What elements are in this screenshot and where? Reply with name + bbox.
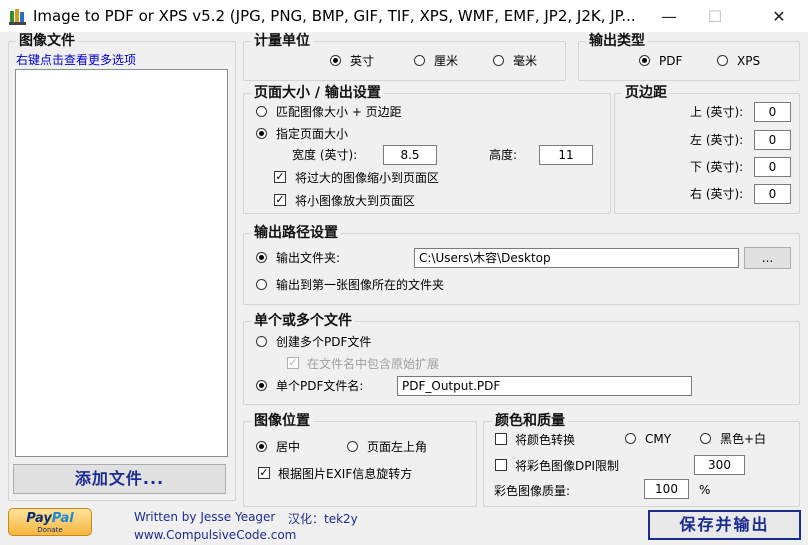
paypal-donate-button[interactable]: PayPal Donate xyxy=(8,508,92,536)
match-image-size-label: 匹配图像大小 + 页边距 xyxy=(276,105,402,119)
minimize-icon: — xyxy=(661,6,677,26)
margin-bottom-input[interactable]: 0 xyxy=(754,157,791,177)
maximize-icon: ☐ xyxy=(707,6,723,26)
dpi-limit-label: 将彩色图像DPI限制 xyxy=(515,459,620,473)
paypal-logo-pay: Pay xyxy=(26,511,52,526)
units-title: 计量单位 xyxy=(251,33,313,49)
page-width-input[interactable]: 8.5 xyxy=(383,145,437,165)
single-pdf-label: 单个PDF文件名: xyxy=(276,379,364,393)
website-link[interactable]: www.CompulsiveCode.com xyxy=(134,528,296,542)
maximize-button[interactable]: ☐ xyxy=(692,0,738,32)
window-title: Image to PDF or XPS v5.2 (JPG, PNG, BMP,… xyxy=(33,7,636,25)
page-height-input[interactable]: 11 xyxy=(539,145,593,165)
enlarge-small-label: 将小图像放大到页面区 xyxy=(295,194,416,208)
margin-top-input[interactable]: 0 xyxy=(754,102,791,122)
page-height-label: 高度: xyxy=(489,148,518,162)
add-files-button[interactable]: 添加文件... xyxy=(13,464,226,494)
paypal-donate-label: Donate xyxy=(37,526,63,534)
quality-input[interactable]: 100 xyxy=(644,479,689,499)
include-extension-checkbox[interactable]: ✓ xyxy=(287,357,299,369)
color-quality-title: 颜色和质量 xyxy=(492,413,568,429)
match-image-size-radio[interactable] xyxy=(256,106,267,117)
browse-folder-button[interactable]: ... xyxy=(744,247,791,269)
image-position-group xyxy=(243,421,477,507)
output-path-title: 输出路径设置 xyxy=(251,225,341,241)
margin-left-input[interactable]: 0 xyxy=(754,130,791,150)
first-image-folder-label: 输出到第一张图像所在的文件夹 xyxy=(276,278,445,292)
image-file-list[interactable] xyxy=(15,69,228,457)
first-image-folder-radio[interactable] xyxy=(256,279,267,290)
enlarge-small-checkbox[interactable]: ✓ xyxy=(274,194,286,206)
paypal-logo-pal: Pal xyxy=(51,511,74,526)
specify-page-size-radio[interactable] xyxy=(256,128,267,139)
output-folder-input[interactable]: C:\Users\木容\Desktop xyxy=(414,248,739,268)
exif-rotate-checkbox[interactable]: ✓ xyxy=(258,467,270,479)
localizer-text: 汉化：tek2y xyxy=(288,512,358,526)
specify-page-size-label: 指定页面大小 xyxy=(276,127,349,141)
unit-cm-radio[interactable] xyxy=(414,55,425,66)
close-icon: ✕ xyxy=(772,6,786,26)
unit-inch-radio[interactable] xyxy=(330,55,341,66)
paypal-logo-text: PayPal xyxy=(9,511,91,526)
author-text: Written by Jesse Yeager xyxy=(134,510,276,524)
output-folder-radio[interactable] xyxy=(256,252,267,263)
position-top-left-label: 页面左上角 xyxy=(367,440,428,454)
unit-cm-label: 厘米 xyxy=(434,54,459,68)
cmy-radio[interactable] xyxy=(625,433,636,444)
cmy-label: CMY xyxy=(645,432,672,446)
minimize-button[interactable]: — xyxy=(646,0,692,32)
image-position-title: 图像位置 xyxy=(251,413,313,429)
margin-bottom-label: 下 (英寸): xyxy=(690,160,744,174)
include-extension-label: 在文件名中包含原始扩展 xyxy=(307,357,440,371)
shrink-large-checkbox[interactable]: ✓ xyxy=(274,171,286,183)
multiple-pdf-label: 创建多个PDF文件 xyxy=(276,335,372,349)
margin-right-label: 右 (英寸): xyxy=(690,187,744,201)
output-pdf-label: PDF xyxy=(659,54,683,68)
output-xps-label: XPS xyxy=(737,54,761,68)
quality-label: 彩色图像质量: xyxy=(494,484,571,498)
single-pdf-radio[interactable] xyxy=(256,380,267,391)
output-folder-label: 输出文件夹: xyxy=(276,251,341,265)
margin-left-label: 左 (英寸): xyxy=(690,133,744,147)
file-mode-title: 单个或多个文件 xyxy=(251,313,355,329)
page-width-label: 宽度 (英寸): xyxy=(292,148,358,162)
title-bar: Image to PDF or XPS v5.2 (JPG, PNG, BMP,… xyxy=(0,0,808,32)
unit-mm-radio[interactable] xyxy=(493,55,504,66)
color-convert-checkbox[interactable] xyxy=(495,433,507,445)
color-convert-label: 将颜色转换 xyxy=(515,433,576,447)
multiple-pdf-radio[interactable] xyxy=(256,336,267,347)
output-pdf-radio[interactable] xyxy=(639,55,650,66)
black-white-label: 黑色+白 xyxy=(720,432,767,446)
position-center-label: 居中 xyxy=(276,440,301,454)
black-white-radio[interactable] xyxy=(700,433,711,444)
page-size-title: 页面大小 / 输出设置 xyxy=(251,85,384,101)
image-files-hint: 右键点击查看更多选项 xyxy=(16,53,137,67)
margin-right-input[interactable]: 0 xyxy=(754,184,791,204)
unit-inch-label: 英寸 xyxy=(350,54,375,68)
dpi-limit-checkbox[interactable] xyxy=(495,459,507,471)
output-xps-radio[interactable] xyxy=(717,55,728,66)
position-center-radio[interactable] xyxy=(256,441,267,452)
unit-mm-label: 毫米 xyxy=(513,54,538,68)
exif-rotate-label: 根据图片EXIF信息旋转方 xyxy=(278,467,413,481)
margins-title: 页边距 xyxy=(622,85,670,101)
position-top-left-radio[interactable] xyxy=(347,441,358,452)
quality-unit: % xyxy=(699,483,711,497)
single-pdf-filename-input[interactable]: PDF_Output.PDF xyxy=(397,376,692,396)
dpi-limit-input[interactable]: 300 xyxy=(694,455,745,475)
output-path-group xyxy=(243,233,800,305)
shrink-large-label: 将过大的图像缩小到页面区 xyxy=(295,171,440,185)
margin-top-label: 上 (英寸): xyxy=(690,105,744,119)
output-type-title: 输出类型 xyxy=(586,33,648,49)
close-button[interactable]: ✕ xyxy=(756,0,802,32)
save-and-export-button[interactable]: 保存并输出 xyxy=(648,510,801,540)
image-files-title: 图像文件 xyxy=(16,33,78,49)
app-icon xyxy=(9,9,26,25)
